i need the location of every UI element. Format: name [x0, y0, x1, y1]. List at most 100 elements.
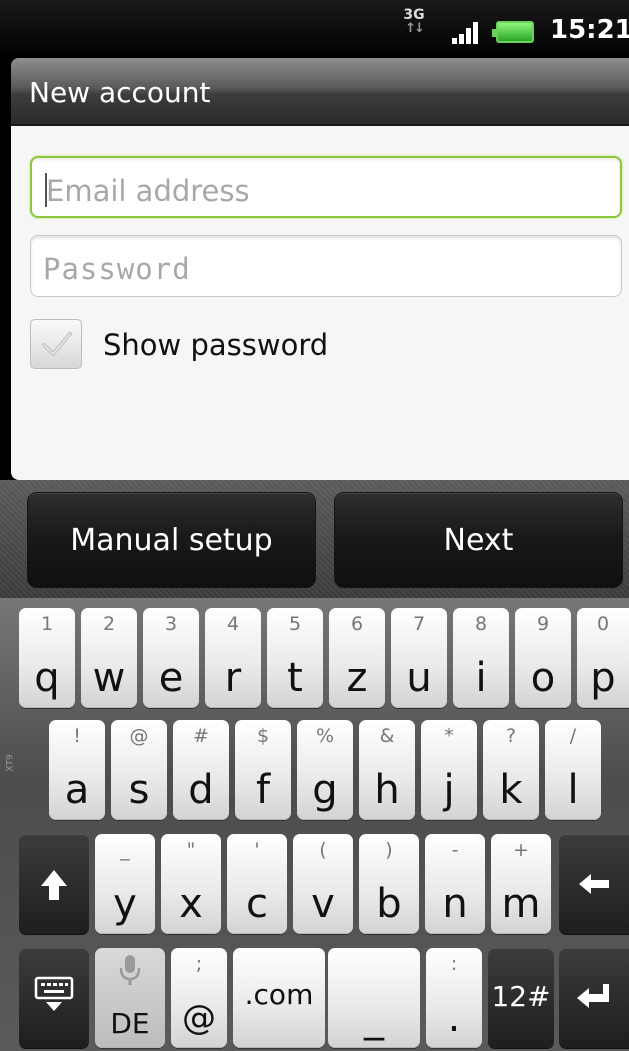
shift-key[interactable]	[19, 834, 89, 934]
key-o[interactable]: 9o	[515, 608, 571, 708]
key-i[interactable]: 8i	[453, 608, 509, 708]
key-d[interactable]: # d	[173, 720, 229, 820]
key-a[interactable]: ! a	[49, 720, 105, 820]
key-char: _	[364, 995, 384, 1041]
xt9-label: XT9	[5, 754, 16, 772]
symbols-label: 12#	[491, 980, 551, 1013]
key-s[interactable]: @ s	[111, 720, 167, 820]
shift-arrow-icon	[41, 870, 67, 900]
key-alt: !	[73, 725, 81, 747]
key-alt: '	[254, 839, 260, 861]
key-char: h	[374, 767, 400, 813]
key-f[interactable]: $ f	[235, 720, 291, 820]
next-button[interactable]: Next	[334, 492, 623, 588]
key-x[interactable]: " x	[161, 834, 221, 934]
key-alt: 0	[596, 613, 610, 635]
password-placeholder: Password	[43, 252, 191, 286]
key-w[interactable]: 2w	[81, 608, 137, 708]
key-alt: _	[120, 839, 130, 861]
key-alt: @	[129, 725, 149, 747]
key-char: f	[255, 767, 271, 813]
symbols-key[interactable]: 12#	[488, 948, 554, 1048]
key-h[interactable]: & h	[359, 720, 415, 820]
key-alt: %	[315, 725, 335, 747]
status-bar: 3G ↑↓ 15:21	[0, 0, 629, 58]
key-char: v	[311, 881, 335, 927]
key-u[interactable]: 7u	[391, 608, 447, 708]
password-field[interactable]: Password	[30, 235, 622, 297]
key-char: @	[182, 998, 216, 1038]
key-c[interactable]: ' c	[227, 834, 287, 934]
key-alt: ?	[505, 725, 517, 747]
text-cursor	[45, 173, 47, 207]
manual-setup-button[interactable]: Manual setup	[27, 492, 316, 588]
underscore-space-key[interactable]: _	[328, 948, 420, 1048]
key-at[interactable]: ; @	[171, 948, 227, 1048]
email-field[interactable]: Email address	[30, 156, 622, 218]
key-z[interactable]: 6z	[329, 608, 385, 708]
key-alt: &	[379, 725, 395, 747]
key-char: n	[442, 881, 468, 927]
key-char: r	[224, 655, 242, 701]
microphone-icon	[119, 955, 141, 985]
key-k[interactable]: ? k	[483, 720, 539, 820]
language-label: DE	[110, 1007, 150, 1040]
key-alt: 2	[102, 613, 116, 635]
action-bar: Manual setup Next	[0, 480, 629, 598]
key-t[interactable]: 5t	[267, 608, 323, 708]
network-type: 3G	[403, 7, 425, 23]
signal-icon	[452, 20, 482, 44]
key-n[interactable]: -n	[425, 834, 485, 934]
show-password-label[interactable]: Show password	[103, 328, 328, 362]
key-alt: 8	[474, 613, 488, 635]
show-password-checkbox[interactable]	[30, 319, 82, 369]
key-m[interactable]: + m	[491, 834, 551, 934]
key-alt: #	[193, 725, 209, 747]
key-e[interactable]: 3e	[143, 608, 199, 708]
key-char: k	[499, 767, 523, 813]
key-l[interactable]: / l	[545, 720, 601, 820]
key-char: z	[346, 655, 368, 701]
battery-icon	[492, 21, 534, 43]
key-period[interactable]: :.	[426, 948, 482, 1048]
key-v[interactable]: (v	[293, 834, 353, 934]
new-account-dialog: New account Email address Password Show …	[11, 58, 629, 480]
key-p[interactable]: 0p	[577, 608, 629, 708]
key-char: e	[158, 655, 184, 701]
key-alt: 3	[164, 613, 178, 635]
key-char: g	[312, 767, 338, 813]
dialog-title: New account	[11, 58, 629, 126]
key-j[interactable]: * j	[421, 720, 477, 820]
email-placeholder: Email address	[46, 174, 250, 208]
clock: 15:21	[550, 15, 629, 45]
key-g[interactable]: % g	[297, 720, 353, 820]
backspace-key[interactable]	[559, 834, 629, 934]
key-r[interactable]: 4r	[205, 608, 261, 708]
key-alt: :	[450, 953, 458, 975]
key-alt: $	[256, 725, 270, 747]
keyboard-icon	[34, 976, 74, 1011]
key-char: y	[113, 881, 137, 927]
key-alt: *	[444, 725, 454, 747]
backspace-icon	[579, 874, 609, 894]
key-alt: 9	[536, 613, 550, 635]
key-alt: 1	[40, 613, 54, 635]
check-icon	[42, 332, 72, 356]
voice-language-key[interactable]: DE	[95, 948, 165, 1048]
dotcom-key[interactable]: .com	[233, 948, 325, 1048]
key-char: l	[567, 767, 579, 813]
key-alt: -	[451, 839, 459, 861]
key-b[interactable]: ) b	[359, 834, 419, 934]
key-q[interactable]: 1q	[19, 608, 75, 708]
hide-keyboard-key[interactable]	[19, 948, 89, 1048]
key-alt: 5	[288, 613, 302, 635]
key-alt: /	[569, 725, 577, 747]
key-alt: (	[319, 839, 327, 861]
enter-key[interactable]	[559, 948, 629, 1048]
key-char: d	[188, 767, 214, 813]
network-indicator: 3G ↑↓	[402, 8, 426, 36]
key-char: q	[34, 655, 60, 701]
dotcom-label: .com	[244, 978, 314, 1011]
key-y[interactable]: _ y	[95, 834, 155, 934]
key-alt: 4	[226, 613, 240, 635]
